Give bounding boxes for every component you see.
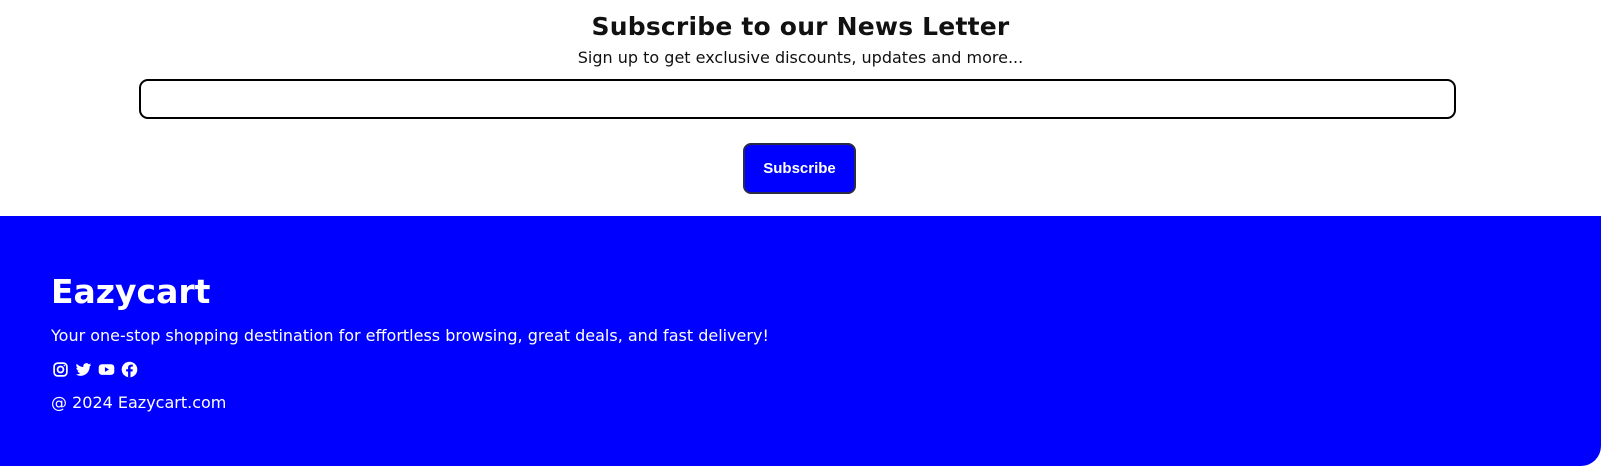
facebook-icon[interactable] <box>120 360 139 379</box>
copyright-text: @ 2024 Eazycart.com <box>51 393 227 412</box>
twitter-icon[interactable] <box>74 360 93 379</box>
footer-tagline: Your one-stop shopping destination for e… <box>51 326 769 345</box>
email-input[interactable] <box>139 79 1456 119</box>
instagram-icon[interactable] <box>51 360 70 379</box>
social-links <box>51 360 139 379</box>
footer-brand: Eazycart <box>51 272 211 311</box>
subscribe-button[interactable]: Subscribe <box>743 143 856 194</box>
youtube-icon[interactable] <box>97 360 116 379</box>
newsletter-subtitle: Sign up to get exclusive discounts, upda… <box>577 48 1024 67</box>
newsletter-title: Subscribe to our News Letter <box>591 12 1010 41</box>
footer: Eazycart Your one-stop shopping destinat… <box>0 216 1601 466</box>
newsletter-section: Subscribe to our News Letter Sign up to … <box>0 0 1601 216</box>
